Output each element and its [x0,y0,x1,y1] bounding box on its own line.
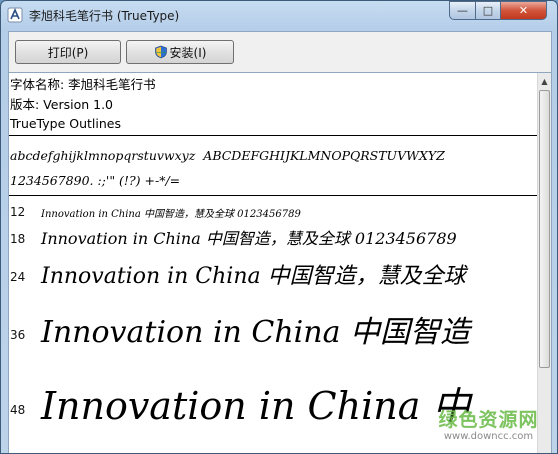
vertical-scrollbar[interactable]: ▲ [537,73,551,453]
size-row-36: 36 Innovation in China 中国智造 [9,299,537,359]
info-divider [9,135,537,136]
size-sample-text: Innovation in China 中国智造，慧及全球 [41,264,466,289]
scrollbar-thumb[interactable] [539,90,550,368]
size-sample-text: Innovation in China 中国智造 [41,315,471,350]
size-sample-text: Innovation in China 中国智造，慧及全球 0123456789 [41,229,457,248]
close-button[interactable]: ✕ [500,1,547,20]
size-label: 24 [10,270,26,284]
install-button[interactable]: 安装(I) [126,40,234,64]
font-info: 字体名称: 李旭科毛笔行书 版本: Version 1.0 TrueType O… [10,75,156,134]
specimen-digits-line: 1234567890. :;'" (!?) +-*/= [10,173,180,188]
size-label: 18 [10,232,26,246]
print-button-label: 打印(P) [47,45,89,60]
specimen-digits-symbols: 1234567890. :;'" (!?) +-*/= [10,173,181,188]
size-sample-text: Innovation in China 中国智造，慧及全球 0123456789 [41,209,301,220]
font-format-line: TrueType Outlines [10,116,121,131]
font-preview-pane[interactable]: 字体名称: 李旭科毛笔行书 版本: Version 1.0 TrueType O… [8,73,552,453]
install-button-label: 安装(I) [169,45,207,60]
size-label: 12 [10,205,26,219]
scroll-up-icon[interactable]: ▲ [538,73,551,90]
minimize-icon: — [457,4,468,17]
font-viewer-window: 李旭科毛笔行书 (TrueType) — □ ✕ 打印(P) 安装(I) 字体名… [0,0,558,454]
maximize-icon: □ [482,4,494,17]
maximize-button[interactable]: □ [475,1,501,20]
size-row-18: 18 Innovation in China 中国智造，慧及全球 0123456… [9,223,537,253]
font-name-line: 字体名称: 李旭科毛笔行书 [10,77,156,92]
specimen-alphabet-line: abcdefghijklmnopqrstuvwxyz ABCDEFGHIJKLM… [10,148,445,163]
size-row-12: 12 Innovation in China 中国智造，慧及全球 0123456… [9,201,537,221]
print-button[interactable]: 打印(P) [15,40,121,64]
specimen-lowercase: abcdefghijklmnopqrstuvwxyz [10,148,196,163]
size-row-24: 24 Innovation in China 中国智造，慧及全球 [9,255,537,297]
specimen-divider [9,195,537,196]
size-label: 36 [10,328,26,342]
window-title: 李旭科毛笔行书 (TrueType) [29,9,180,23]
size-sample-text: Innovation in China 中 [41,384,471,428]
watermark-url: www.downcc.com [443,431,534,442]
font-version-line: 版本: Version 1.0 [10,96,114,112]
uac-shield-icon [154,45,167,59]
toolbar: 打印(P) 安装(I) [8,31,552,73]
watermark-brand: 绿色资源网 [438,409,539,431]
minimize-button[interactable]: — [449,1,476,20]
font-app-icon [7,7,23,23]
close-icon: ✕ [518,4,529,17]
specimen-uppercase: ABCDEFGHIJKLMNOPQRSTUVWXYZ [203,148,445,163]
size-label: 48 [10,403,26,417]
site-watermark: 绿色资源网 www.downcc.com [426,405,551,453]
title-bar[interactable]: 李旭科毛笔行书 (TrueType) — □ ✕ [1,1,557,31]
